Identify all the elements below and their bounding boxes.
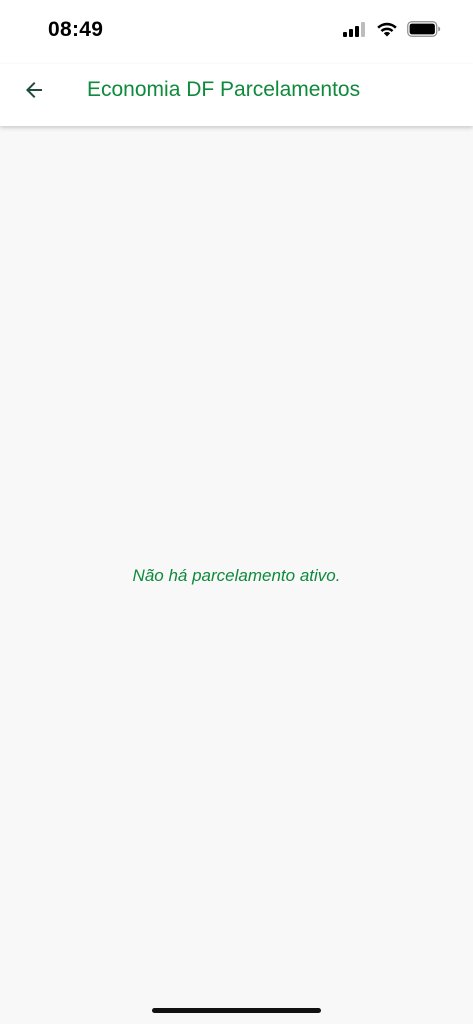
main-content: Não há parcelamento ativo. <box>0 126 473 1024</box>
status-time: 08:49 <box>48 18 104 41</box>
wifi-icon <box>376 21 398 37</box>
cellular-signal-icon <box>343 21 367 37</box>
home-indicator[interactable] <box>152 1008 321 1013</box>
status-bar: 08:49 <box>0 0 473 64</box>
empty-state-message: Não há parcelamento ativo. <box>132 566 341 585</box>
arrow-left-icon <box>22 78 46 107</box>
battery-icon <box>407 21 441 37</box>
page-title: Economia DF Parcelamentos <box>87 78 361 101</box>
back-button[interactable] <box>14 72 54 112</box>
screen: 08:49 Economia DF Parcelamentos Não há p… <box>0 0 473 1024</box>
status-icons <box>343 21 441 37</box>
app-bar: Economia DF Parcelamentos <box>0 64 473 126</box>
